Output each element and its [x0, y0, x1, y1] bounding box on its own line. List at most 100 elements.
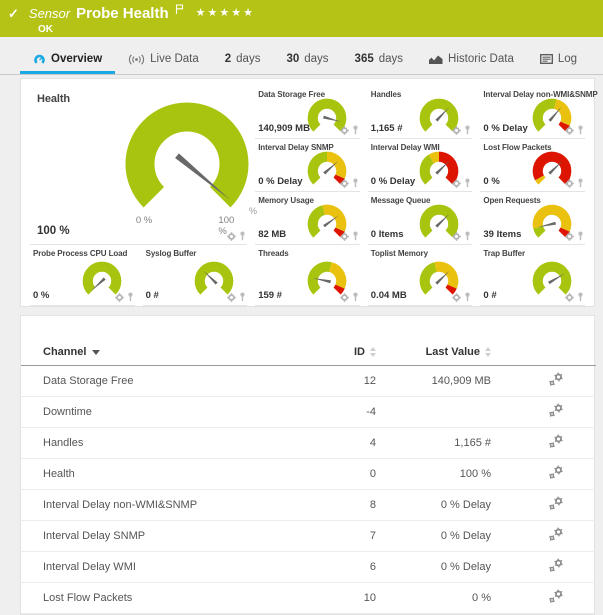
pin-icon[interactable] [352, 231, 359, 241]
gear-icon[interactable] [565, 293, 574, 302]
pin-icon[interactable] [577, 178, 584, 188]
gauge-tile-health[interactable]: Health%0 %100 %100 % [30, 86, 247, 245]
gear-icon[interactable] [340, 293, 349, 302]
tab-30-days[interactable]: 30days [273, 44, 341, 74]
column-header-last-value[interactable]: Last Value [376, 343, 491, 366]
gear-icon[interactable] [115, 293, 124, 302]
gauge-value: 0 % [483, 176, 499, 187]
channel-settings-icon[interactable] [548, 372, 564, 387]
tab-label: Log [558, 53, 577, 65]
channel-actions-cell [491, 366, 596, 397]
gauge-tile-interval-delay-wmi[interactable]: Interval Delay WMI0 % Delay [368, 139, 473, 192]
pin-icon[interactable] [352, 292, 359, 302]
pin-icon[interactable] [464, 231, 471, 241]
pin-icon[interactable] [577, 292, 584, 302]
gauges-panel: Health%0 %100 %100 %Data Storage Free140… [20, 78, 595, 307]
pin-icon[interactable] [464, 125, 471, 135]
gear-icon[interactable] [452, 232, 461, 241]
pin-icon[interactable] [239, 292, 246, 302]
gauge-title: Trap Buffer [483, 249, 525, 258]
gauge-title: Health [37, 93, 70, 105]
gear-icon[interactable] [565, 126, 574, 135]
gear-icon[interactable] [340, 179, 349, 188]
log-icon [540, 54, 553, 64]
sensor-status-badge: OK [38, 24, 593, 35]
tab-365-days[interactable]: 365days [342, 44, 416, 74]
column-header-channel[interactable]: Channel [21, 343, 291, 366]
channel-settings-icon[interactable] [548, 527, 564, 542]
gear-icon[interactable] [452, 179, 461, 188]
gear-icon[interactable] [227, 293, 236, 302]
gauge-tile-memory-usage[interactable]: Memory Usage82 MB [255, 192, 360, 245]
gear-icon[interactable] [227, 232, 236, 241]
gauge-needle [204, 271, 218, 285]
gear-icon[interactable] [452, 293, 461, 302]
gear-icon[interactable] [340, 126, 349, 135]
flag-icon[interactable] [175, 2, 184, 20]
gauge-value: 0 % [33, 290, 49, 301]
column-header-id[interactable]: ID [291, 343, 376, 366]
pin-icon[interactable] [352, 125, 359, 135]
gauge-tile-trap-buffer[interactable]: Trap Buffer 0 # [480, 245, 585, 306]
gauge-tile-lost-flow-packets[interactable]: Lost Flow Packets0 % [480, 139, 585, 192]
channel-actions-cell [491, 428, 596, 459]
channel-id-cell: 4 [291, 428, 376, 459]
gauge-tile-toplist-memory[interactable]: Toplist Memory0.04 MB [368, 245, 473, 306]
gauge-tile-open-requests[interactable]: Open Requests39 Items [480, 192, 585, 245]
channel-actions-cell [491, 583, 596, 614]
gauge-tile-syslog-buffer[interactable]: Syslog Buffer0 # [143, 245, 248, 306]
pin-icon[interactable] [577, 231, 584, 241]
channel-name-cell: Interval Delay WMI [21, 552, 291, 583]
gauge-tile-threads[interactable]: Threads159 # [255, 245, 360, 306]
gauge-tile-interval-delay-non-wmi-snmp[interactable]: Interval Delay non-WMI&SNMP0 % Delay [480, 86, 585, 139]
gauge-title: Threads [258, 249, 288, 258]
gauge-tile-probe-process-cpu-load[interactable]: Probe Process CPU Load0 % [30, 245, 135, 306]
channel-settings-icon[interactable] [548, 465, 564, 480]
channel-settings-icon[interactable] [548, 589, 564, 604]
tab-range-number: 2 [225, 53, 231, 65]
tab-overview[interactable]: Overview [20, 44, 115, 74]
gauge-value: 0 # [483, 290, 496, 301]
tab-label: days [236, 53, 260, 65]
table-row: Lost Flow Packets100 % [21, 583, 596, 614]
gear-icon[interactable] [565, 179, 574, 188]
channel-settings-icon[interactable] [548, 558, 564, 573]
gear-icon[interactable] [452, 126, 461, 135]
gauge-needle [436, 161, 450, 175]
pin-icon[interactable] [127, 292, 134, 302]
channel-settings-icon[interactable] [548, 434, 564, 449]
gear-icon[interactable] [565, 232, 574, 241]
gauge-value: 0 % Delay [371, 176, 415, 187]
gauge-tile-data-storage-free[interactable]: Data Storage Free140,909 MB [255, 86, 360, 139]
tab-2-days[interactable]: 2 days [212, 44, 274, 74]
tab-live-data[interactable]: Live Data [115, 44, 212, 74]
gauge-tile-interval-delay-snmp[interactable]: Interval Delay SNMP0 % Delay [255, 139, 360, 192]
channel-id-cell: 8 [291, 490, 376, 521]
gauge-title: Handles [371, 90, 401, 99]
gear-icon[interactable] [340, 232, 349, 241]
channel-name-cell: Handles [21, 428, 291, 459]
tab-log[interactable]: Log [527, 44, 590, 74]
gauge-tile-message-queue[interactable]: Message Queue0 Items [368, 192, 473, 245]
gauge-title: Syslog Buffer [146, 249, 197, 258]
channel-actions-cell [491, 521, 596, 552]
channel-actions-cell [491, 397, 596, 428]
channel-actions-cell [491, 459, 596, 490]
channel-settings-icon[interactable] [548, 496, 564, 511]
pin-icon[interactable] [464, 292, 471, 302]
gauge-icon [33, 54, 46, 65]
gauge-tile-handles[interactable]: Handles1,165 # [368, 86, 473, 139]
pin-icon[interactable] [352, 178, 359, 188]
channels-table: ChannelIDLast Value Data Storage Free121… [21, 343, 596, 614]
historic-data-icon [429, 54, 443, 65]
pin-icon[interactable] [577, 125, 584, 135]
column-label: Channel [43, 346, 86, 358]
table-row: Interval Delay non-WMI&SNMP80 % Delay [21, 490, 596, 521]
pin-icon[interactable] [239, 231, 246, 241]
pin-icon[interactable] [464, 178, 471, 188]
channel-settings-icon[interactable] [548, 403, 564, 418]
tab-historic-data[interactable]: Historic Data [416, 44, 527, 74]
priority-stars[interactable]: ★★★★★ [196, 6, 255, 19]
table-row: Handles41,165 # [21, 428, 596, 459]
table-row: Interval Delay SNMP70 % Delay [21, 521, 596, 552]
